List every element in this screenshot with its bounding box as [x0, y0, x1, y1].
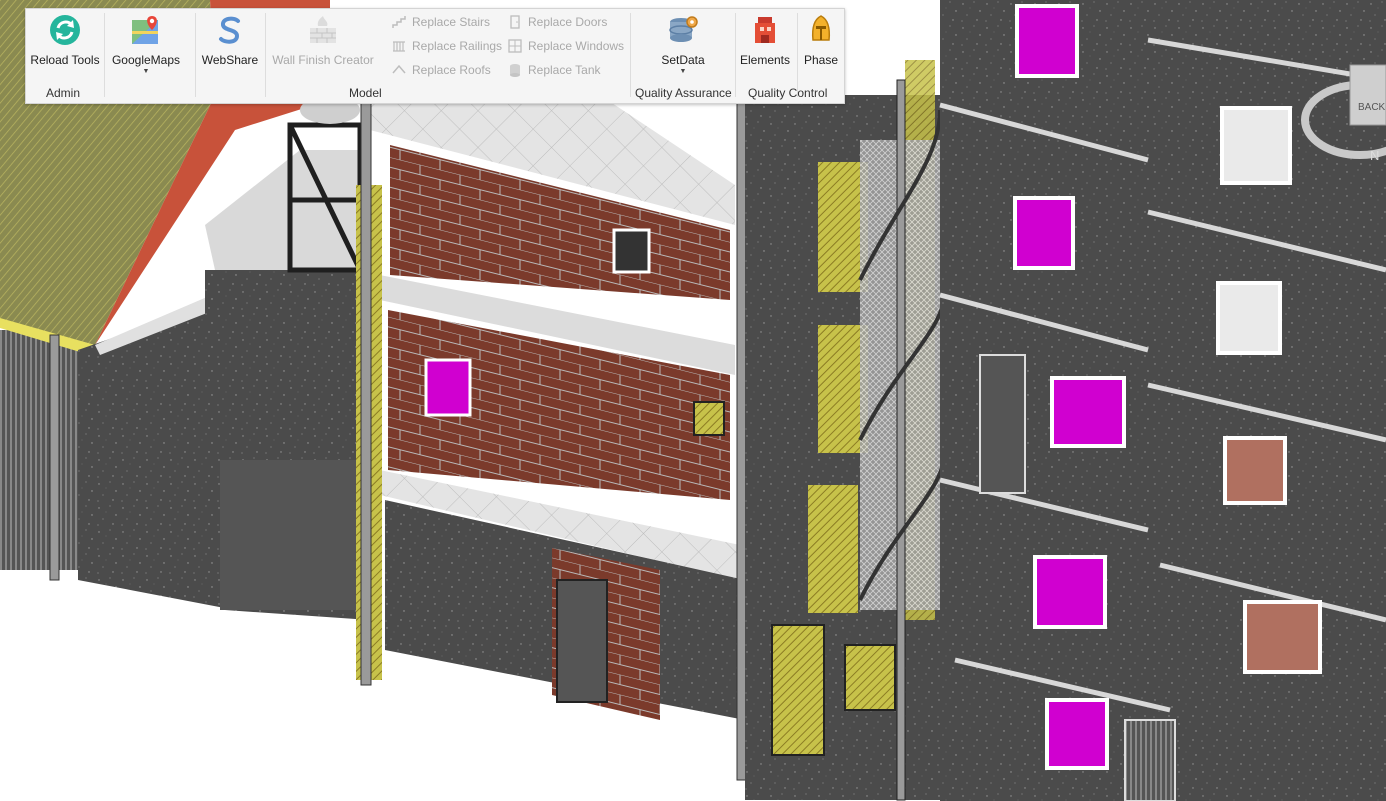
3d-model-viewport[interactable]: BACK N	[0, 0, 1386, 801]
tower-grille	[693, 401, 725, 436]
replace-stairs-button[interactable]: Replace Stairs	[392, 12, 490, 32]
separator	[104, 13, 105, 97]
reload-tools-button[interactable]: Reload Tools	[30, 11, 100, 81]
phase-label: Phase	[803, 53, 839, 67]
wall-finish-creator-label: Wall Finish Creator	[272, 53, 374, 67]
replace-railings-label: Replace Railings	[412, 39, 503, 53]
window-r5	[1045, 698, 1109, 770]
replace-tank-button[interactable]: Replace Tank	[508, 60, 601, 80]
tower-window-2	[424, 358, 472, 417]
ground-door	[556, 579, 608, 703]
group-label-quality-assurance: Quality Assurance	[635, 86, 732, 100]
database-gear-icon	[666, 13, 700, 47]
door-r2	[1124, 719, 1176, 801]
separator	[797, 13, 798, 97]
replace-roofs-label: Replace Roofs	[412, 63, 491, 77]
brick-wall-icon	[306, 13, 340, 47]
webshare-button[interactable]: WebShare	[200, 11, 260, 81]
window-r2	[1013, 196, 1075, 270]
map-pin-icon	[129, 13, 163, 47]
left-downpipe	[49, 334, 60, 581]
dropdown-arrow-icon: ▼	[679, 68, 687, 75]
window-r1	[1015, 4, 1079, 78]
separator	[735, 13, 736, 97]
elements-button[interactable]: Elements	[737, 11, 793, 81]
replace-tank-label: Replace Tank	[528, 63, 601, 77]
setdata-button[interactable]: SetData ▼	[646, 11, 720, 81]
group-label-admin: Admin	[46, 86, 81, 100]
elements-label: Elements	[739, 53, 791, 67]
separator	[195, 13, 196, 97]
downpipe-left	[360, 89, 372, 686]
mid-grille	[844, 644, 896, 711]
mid-hatch-3	[808, 485, 858, 613]
dropdown-arrow-icon: ▼	[142, 68, 150, 75]
group-label-model: Model	[349, 86, 382, 100]
window-f2	[1216, 281, 1282, 355]
window-icon	[508, 39, 522, 53]
tank-icon	[508, 63, 522, 77]
webshare-s-icon	[213, 13, 247, 47]
phase-button[interactable]: Phase	[800, 11, 842, 81]
red-block-icon	[748, 13, 782, 47]
replace-windows-button[interactable]: Replace Windows	[508, 36, 624, 56]
reload-tools-label: Reload Tools	[30, 53, 100, 67]
webshare-label: WebShare	[201, 53, 259, 67]
replace-stairs-label: Replace Stairs	[412, 15, 491, 29]
window-r4	[1033, 555, 1107, 629]
setdata-label: SetData	[661, 53, 705, 67]
window-f1	[1220, 106, 1292, 185]
replace-windows-label: Replace Windows	[528, 39, 625, 53]
door-icon	[508, 15, 522, 29]
compass-north: N	[1370, 148, 1379, 163]
group-label-quality-control: Quality Control	[748, 86, 828, 100]
reload-icon	[48, 13, 82, 47]
separator	[265, 13, 266, 97]
railing-icon	[392, 39, 406, 53]
ribbon-panel: Reload Tools Admin GoogleMaps ▼ WebShare…	[25, 8, 845, 104]
stairs-icon	[392, 15, 406, 29]
window-r3	[1050, 376, 1126, 448]
googlemaps-button[interactable]: GoogleMaps ▼	[110, 11, 182, 81]
replace-railings-button[interactable]: Replace Railings	[392, 36, 502, 56]
window-f4	[1243, 600, 1322, 674]
replace-doors-label: Replace Doors	[528, 15, 608, 29]
left-corrugated-wall	[0, 330, 78, 570]
replace-roofs-button[interactable]: Replace Roofs	[392, 60, 491, 80]
separator	[630, 13, 631, 97]
annex-top-slab	[205, 150, 360, 270]
mid-hatch-door	[771, 624, 825, 756]
replace-doors-button[interactable]: Replace Doors	[508, 12, 607, 32]
window-f3	[1223, 436, 1287, 505]
view-cube-face: BACK	[1358, 102, 1386, 113]
downpipe-mid	[736, 94, 747, 781]
roof-icon	[392, 63, 406, 77]
tower-window-1	[612, 228, 651, 274]
googlemaps-label: GoogleMaps	[111, 53, 181, 67]
door-r1	[979, 354, 1026, 494]
helmet-icon	[804, 13, 838, 47]
wall-finish-creator-button[interactable]: Wall Finish Creator	[270, 11, 376, 81]
